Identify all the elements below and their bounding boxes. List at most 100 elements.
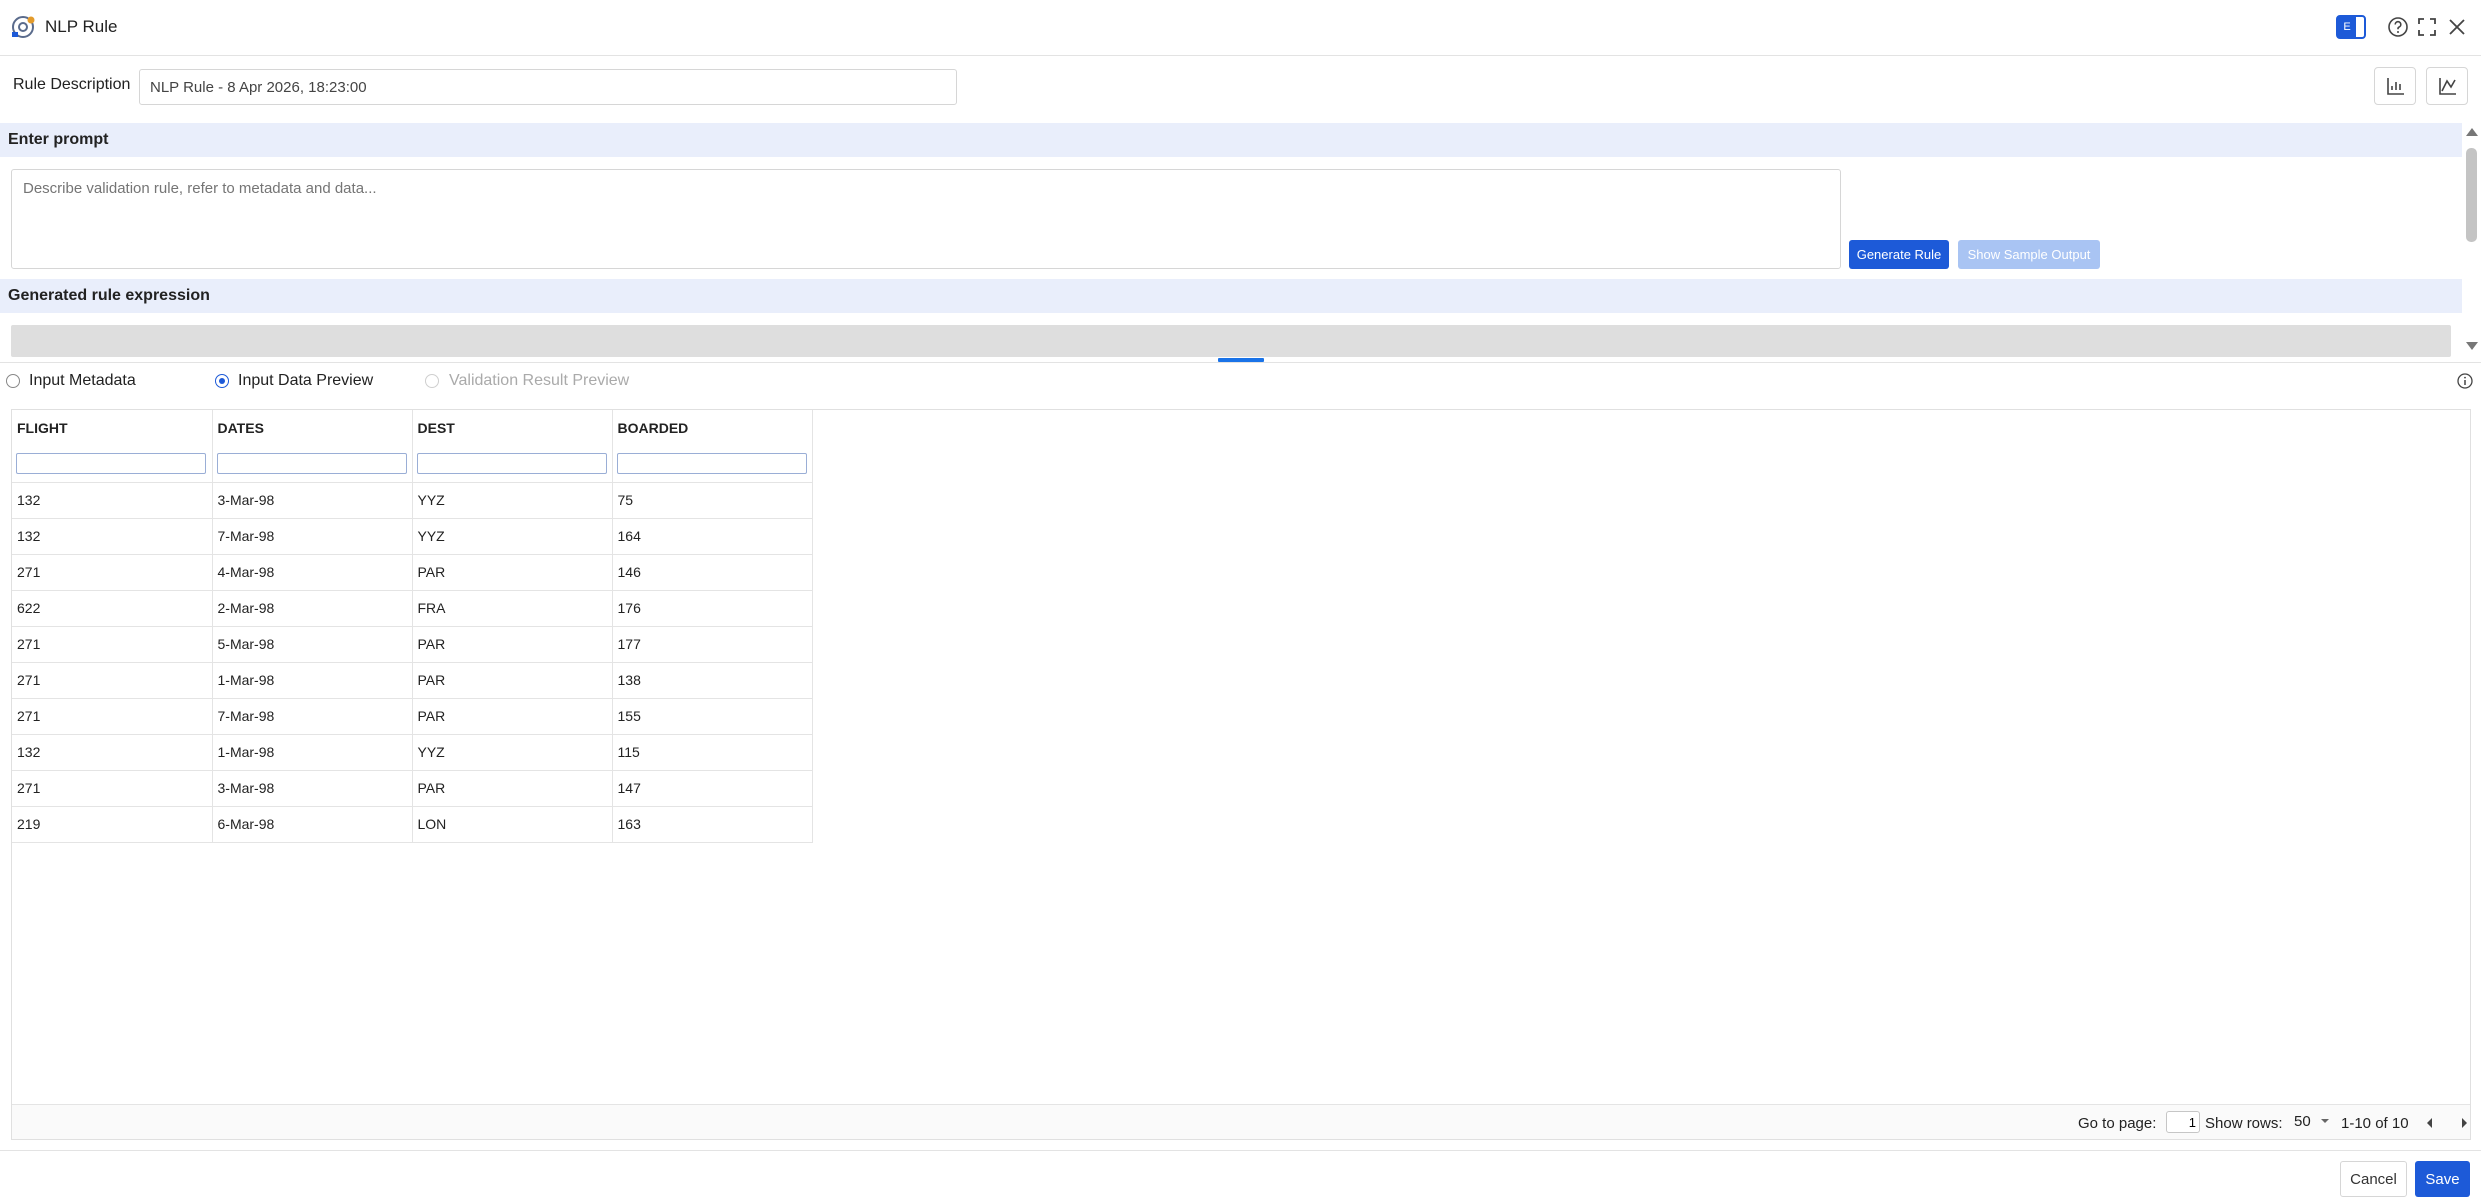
table-cell-dates: 2-Mar-98 (212, 589, 413, 626)
table-cell-dest: PAR (412, 769, 613, 806)
table-cell-boarded: 163 (612, 805, 813, 843)
title-bar: NLP Rule E (0, 0, 2481, 56)
column-header-flight[interactable]: FLIGHT (12, 410, 213, 446)
table-row[interactable]: 219 6-Mar-98 LON 163 (12, 805, 813, 843)
table-cell-dates: 1-Mar-98 (212, 661, 413, 698)
table-row[interactable]: 622 2-Mar-98 FRA 176 (12, 589, 813, 626)
rows-per-page-value: 50 (2294, 1113, 2311, 1130)
prompt-input[interactable] (11, 169, 1841, 269)
help-icon[interactable] (2387, 16, 2409, 38)
close-icon[interactable] (2446, 16, 2468, 38)
upper-pane-scrollbar[interactable] (2462, 124, 2481, 356)
table-cell-dates: 7-Mar-98 (212, 517, 413, 554)
table-row[interactable]: 271 1-Mar-98 PAR 138 (12, 661, 813, 698)
table-cell-dest: PAR (412, 697, 613, 734)
table-cell-dest: PAR (412, 553, 613, 590)
table-row[interactable]: 271 7-Mar-98 PAR 155 (12, 697, 813, 734)
column-header-boarded[interactable]: BOARDED (612, 410, 813, 446)
panel-toggle-button[interactable]: E (2336, 15, 2366, 39)
show-rows-label: Show rows: (2205, 1115, 2283, 1132)
filter-input-boarded[interactable] (616, 453, 807, 475)
table-cell-dest: FRA (412, 589, 613, 626)
info-icon[interactable] (2457, 373, 2473, 389)
filter-input-flight[interactable] (16, 453, 206, 475)
table-cell-dest: PAR (412, 661, 613, 698)
radio-label-input-data-preview[interactable]: Input Data Preview (238, 372, 373, 390)
table-cell-dates: 6-Mar-98 (212, 805, 413, 843)
rows-per-page-select[interactable]: 50 (2294, 1113, 2338, 1133)
table-cell-dates: 1-Mar-98 (212, 733, 413, 770)
table-row[interactable]: 271 4-Mar-98 PAR 146 (12, 553, 813, 590)
show-sample-output-button[interactable]: Show Sample Output (1958, 240, 2100, 269)
table-cell-flight: 132 (12, 517, 213, 554)
pane-divider (0, 362, 2481, 363)
table-cell-boarded: 138 (612, 661, 813, 698)
rule-description-input[interactable] (139, 69, 957, 105)
table-cell-boarded: 164 (612, 517, 813, 554)
table-header-row: FLIGHT DATES DEST BOARDED (12, 410, 813, 446)
table-cell-dates: 5-Mar-98 (212, 625, 413, 662)
fullscreen-icon[interactable] (2416, 16, 2438, 38)
data-preview-grid: FLIGHT DATES DEST BOARDED 132 3-Mar-98 YYZ… (11, 409, 2471, 1140)
resize-handle[interactable] (1218, 358, 1264, 362)
table-cell-dest: YYZ (412, 517, 613, 554)
table-cell-flight: 271 (12, 769, 213, 806)
scroll-thumb[interactable] (2466, 148, 2477, 242)
goto-page-label: Go to page: (2078, 1115, 2157, 1132)
table-cell-dates: 7-Mar-98 (212, 697, 413, 734)
rule-expression-field[interactable] (11, 325, 2451, 357)
goto-page-input[interactable] (2166, 1111, 2200, 1133)
table-cell-boarded: 146 (612, 553, 813, 590)
table-cell-dates: 3-Mar-98 (212, 769, 413, 806)
table-row[interactable]: 132 1-Mar-98 YYZ 115 (12, 733, 813, 770)
table-cell-dest: YYZ (412, 481, 613, 518)
next-page-icon[interactable] (2452, 1113, 2476, 1133)
radio-label-validation-result-preview: Validation Result Preview (449, 372, 630, 389)
rule-description-label: Rule Description (13, 76, 131, 93)
radio-input-metadata[interactable] (6, 374, 20, 388)
filter-input-dest[interactable] (416, 453, 607, 475)
radio-input-data-preview[interactable] (215, 374, 229, 388)
table-cell-dest: LON (412, 805, 613, 843)
column-header-dest[interactable]: DEST (412, 410, 613, 446)
table-row[interactable]: 132 3-Mar-98 YYZ 75 (12, 481, 813, 518)
preview-mode-selector: Input Metadata Input Data Preview Valida… (0, 366, 2481, 396)
page-range-text: 1-10 of 10 (2341, 1115, 2409, 1132)
table-cell-boarded: 75 (612, 481, 813, 518)
radio-label-input-metadata[interactable]: Input Metadata (29, 372, 136, 390)
cancel-button[interactable]: Cancel (2340, 1161, 2407, 1197)
toggle-label: E (2338, 17, 2356, 37)
window-title: NLP Rule (45, 17, 118, 36)
table-cell-boarded: 177 (612, 625, 813, 662)
table-cell-boarded: 115 (612, 733, 813, 770)
table-cell-flight: 271 (12, 661, 213, 698)
generated-expression-header: Generated rule expression (0, 279, 2462, 313)
generate-rule-button[interactable]: Generate Rule (1849, 240, 1949, 269)
chart-button[interactable] (2374, 67, 2416, 105)
table-cell-dates: 4-Mar-98 (212, 553, 413, 590)
scroll-up-icon[interactable] (2466, 128, 2478, 136)
enter-prompt-header: Enter prompt (0, 123, 2462, 157)
table-cell-dest: YYZ (412, 733, 613, 770)
filter-input-dates[interactable] (216, 453, 407, 475)
scroll-down-icon[interactable] (2466, 342, 2478, 350)
filter-row (12, 446, 813, 483)
column-header-dates[interactable]: DATES (212, 410, 413, 446)
table-cell-boarded: 155 (612, 697, 813, 734)
save-button[interactable]: Save (2415, 1161, 2470, 1197)
line-chart-icon (2439, 78, 2456, 95)
table-cell-dates: 3-Mar-98 (212, 481, 413, 518)
table-row[interactable]: 271 5-Mar-98 PAR 177 (12, 625, 813, 662)
table-row[interactable]: 271 3-Mar-98 PAR 147 (12, 769, 813, 806)
table-cell-flight: 622 (12, 589, 213, 626)
table-cell-flight: 271 (12, 625, 213, 662)
app-icon (12, 16, 35, 38)
pagination-bar: Go to page: Show rows: 50 1-10 of 10 (12, 1104, 2470, 1139)
trend-button[interactable] (2426, 67, 2468, 105)
table-cell-flight: 132 (12, 481, 213, 518)
table-body: 132 3-Mar-98 YYZ 75 132 7-Mar-98 YYZ 164 271 4-Ma… (12, 481, 813, 843)
table-cell-flight: 271 (12, 553, 213, 590)
table-row[interactable]: 132 7-Mar-98 YYZ 164 (12, 517, 813, 554)
previous-page-icon[interactable] (2418, 1113, 2442, 1133)
table-cell-boarded: 147 (612, 769, 813, 806)
